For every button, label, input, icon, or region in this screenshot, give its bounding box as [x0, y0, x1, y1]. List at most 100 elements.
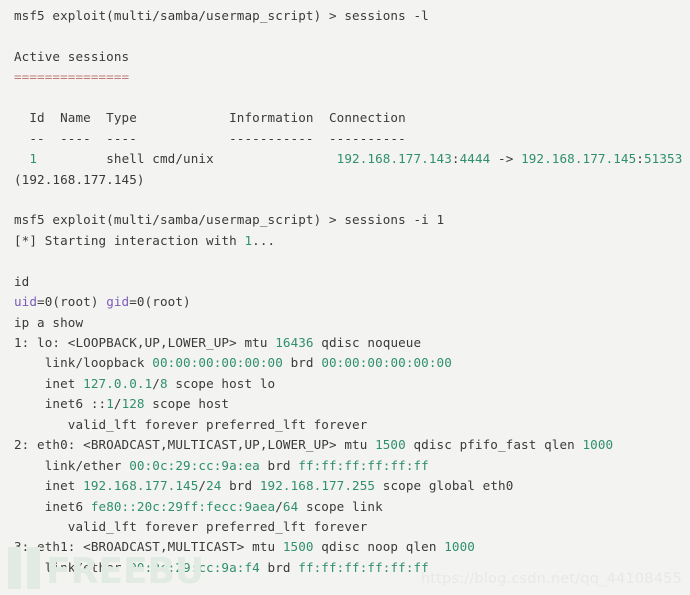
terminal-text-segment: 1	[244, 232, 253, 248]
terminal-text-segment: Id Name Type Information Connection	[14, 110, 406, 126]
terminal-text-segment: 128	[121, 396, 145, 412]
terminal-text-segment: ff:ff:ff:ff:ff:ff	[298, 559, 429, 575]
terminal-line-lo-inet6: inet6 ::1/128 scope host	[0, 394, 690, 414]
terminal-line-iface-eth0: 2: eth0: <BROADCAST,MULTICAST,UP,LOWER_U…	[0, 435, 690, 455]
terminal-line-eth0-inet: inet 192.168.177.145/24 brd 192.168.177.…	[0, 476, 690, 496]
terminal-text-segment: /	[198, 478, 207, 494]
terminal-text-segment: 2: eth0: <BROADCAST,MULTICAST,UP,LOWER_U…	[14, 437, 376, 453]
terminal-text-segment: :	[636, 151, 644, 167]
terminal-text-segment: /	[113, 396, 122, 412]
terminal-text-segment: =0(root)	[37, 294, 107, 310]
terminal-line-cmd-ip-a-show: ip a show	[0, 313, 690, 333]
terminal-line-blank-4	[0, 251, 690, 271]
terminal-text-segment: scope global eth0	[375, 478, 514, 494]
terminal-line-eth0-link-ether: link/ether 00:0c:29:cc:9a:ea brd ff:ff:f…	[0, 456, 690, 476]
terminal-text-segment: 00:0c:29:cc:9a:ea	[129, 457, 260, 473]
terminal-text-segment: /	[152, 375, 160, 391]
terminal-text-segment: 1: lo: <LOOPBACK,UP,LOWER_UP> mtu	[14, 335, 276, 350]
terminal-text-segment: 00:00:00:00:00:00	[321, 355, 452, 371]
terminal-text-segment: gid	[106, 294, 130, 310]
terminal-line-iface-lo: 1: lo: <LOOPBACK,UP,LOWER_UP> mtu 16436 …	[0, 333, 690, 353]
terminal-text-segment: /	[275, 498, 283, 514]
terminal-line-blank-2	[0, 88, 690, 108]
terminal-text-segment: 16436	[275, 335, 314, 350]
terminal-line-eth1-link-ether: link/ether 00:0c:29:cc:9a:f4 brd ff:ff:f…	[0, 558, 690, 578]
terminal-text-segment: msf5 exploit(multi/samba/usermap_script)…	[14, 212, 445, 228]
terminal-text-segment: link/ether	[14, 457, 130, 473]
terminal-line-sessions-table-rule: -- ---- ---- ----------- ----------	[0, 129, 690, 149]
terminal-line-out-id: uid=0(root) gid=0(root)	[0, 292, 690, 312]
terminal-text-segment: fe80::20c:29ff:fecc:9aea	[90, 498, 276, 514]
terminal-text-segment: 4444	[459, 151, 491, 167]
terminal-text-segment: 1500	[375, 437, 406, 453]
terminal-text-segment: ip a show	[14, 314, 84, 330]
terminal-line-eth0-lft: valid_lft forever preferred_lft forever	[0, 517, 690, 537]
terminal-line-sessions-table-header: Id Name Type Information Connection	[0, 108, 690, 128]
terminal-text-segment: Active sessions	[14, 48, 130, 64]
terminal-text-segment: 1	[106, 396, 114, 412]
terminal-text-segment: qdisc noqueue	[313, 335, 422, 350]
terminal-text-segment: :	[451, 151, 460, 167]
terminal-line-lo-link-loopback: link/loopback 00:00:00:00:00:00 brd 00:0…	[0, 353, 690, 373]
terminal-output: msf5 exploit(multi/samba/usermap_script)…	[0, 6, 690, 578]
terminal-text-segment: valid_lft forever preferred_lft forever	[14, 416, 368, 432]
terminal-text-segment: brd	[259, 457, 299, 473]
terminal-text-segment: scope host lo	[167, 375, 276, 391]
terminal-text-segment: scope host	[144, 396, 230, 412]
terminal-text-segment: qdisc pfifo_fast qlen	[405, 437, 583, 453]
terminal-text-segment: 24	[206, 478, 222, 494]
terminal-text-segment: link/ether	[14, 559, 130, 575]
terminal-line-lo-inet: inet 127.0.0.1/8 scope host lo	[0, 374, 690, 394]
terminal-text-segment: qdisc noop qlen	[313, 539, 445, 555]
terminal-line-iface-eth1: 3: eth1: <BROADCAST,MULTICAST> mtu 1500 …	[0, 537, 690, 557]
terminal-text-segment: inet6	[14, 498, 91, 514]
terminal-text-segment: -- ---- ---- ----------- ----------	[14, 130, 406, 146]
terminal-text-segment: 1	[29, 151, 38, 167]
terminal-line-eth0-inet6: inet6 fe80::20c:29ff:fecc:9aea/64 scope …	[0, 497, 690, 517]
terminal-text-segment: 51353	[643, 151, 683, 167]
terminal-window[interactable]: msf5 exploit(multi/samba/usermap_script)…	[0, 0, 690, 595]
terminal-line-blank-1	[0, 26, 690, 46]
terminal-line-cmd-id: id	[0, 272, 690, 292]
terminal-line-blank-3	[0, 190, 690, 210]
terminal-text-segment: inet	[14, 375, 84, 391]
terminal-text-segment: 192.168.177.255	[259, 478, 376, 494]
terminal-line-prompt-sessions-interact: msf5 exploit(multi/samba/usermap_script)…	[0, 210, 690, 230]
terminal-text-segment: 8	[159, 375, 168, 391]
terminal-text-segment: brd	[259, 559, 299, 575]
terminal-text-segment: brd	[282, 355, 322, 371]
terminal-text-segment: shell cmd/unix	[37, 151, 337, 167]
terminal-text-segment: ff:ff:ff:ff:ff:ff	[298, 457, 429, 473]
terminal-text-segment: 1500	[282, 539, 314, 555]
terminal-text-segment: id	[14, 273, 30, 289]
terminal-text-segment: =0(root)	[129, 294, 191, 310]
terminal-line-prompt-sessions-list: msf5 exploit(multi/samba/usermap_script)…	[0, 6, 690, 26]
terminal-text-segment: 1000	[444, 539, 475, 555]
terminal-text-segment: uid	[14, 294, 38, 310]
terminal-text-segment: 192.168.177.145	[83, 478, 199, 494]
terminal-text-segment: 00:0c:29:cc:9a:f4	[129, 559, 260, 575]
terminal-text-segment: ->	[490, 151, 522, 167]
terminal-text-segment: 1000	[582, 437, 614, 453]
terminal-line-starting-interaction: [*] Starting interaction with 1...	[0, 231, 690, 251]
terminal-text-segment: scope link	[298, 498, 383, 514]
terminal-line-active-sessions-rule: ===============	[0, 67, 690, 87]
terminal-text-segment: 3: eth1: <BROADCAST,MULTICAST> mtu	[14, 539, 283, 555]
terminal-text-segment: 00:00:00:00:00:00	[152, 355, 283, 371]
terminal-text-segment: msf5 exploit(multi/samba/usermap_script)…	[14, 8, 429, 23]
terminal-text-segment: 192.168.177.145	[521, 151, 637, 167]
terminal-text-segment: inet6 ::	[14, 396, 107, 412]
terminal-text-segment: 64	[282, 498, 299, 514]
terminal-text-segment: 192.168.177.143	[336, 151, 452, 167]
terminal-text-segment: inet	[14, 478, 84, 494]
terminal-text-segment: brd	[221, 478, 260, 494]
terminal-line-sessions-row-1-wrap: (192.168.177.145)	[0, 170, 690, 190]
terminal-line-active-sessions-heading: Active sessions	[0, 47, 690, 67]
terminal-text-segment: link/loopback	[14, 355, 153, 371]
terminal-text-segment: 127.0.0.1	[83, 375, 153, 391]
